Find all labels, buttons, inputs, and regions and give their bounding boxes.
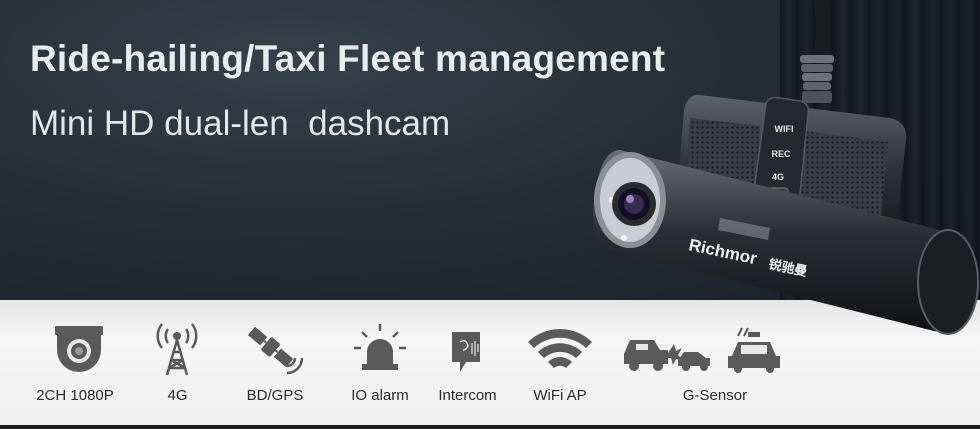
feature-label: WiFi AP	[533, 387, 587, 404]
antenna-tower-icon	[156, 323, 198, 376]
page-subtitle: Mini HD dual-len dashcam	[30, 104, 451, 143]
feature-2ch-1080p: 2CH 1080P	[30, 300, 120, 425]
feature-label: Intercom	[438, 387, 497, 404]
wifi-icon	[528, 329, 592, 368]
feature-4g: 4G	[140, 300, 215, 425]
intercom-icon	[452, 332, 480, 372]
feature-io-alarm: IO alarm	[340, 300, 420, 425]
feature-intercom: Intercom	[430, 300, 505, 425]
feature-label: IO alarm	[351, 387, 409, 404]
cable-strain-relief	[800, 55, 834, 103]
feature-wifi-ap: WiFi AP	[520, 300, 600, 425]
feature-label: BD/GPS	[246, 387, 304, 404]
4g-button-label: 4G	[772, 172, 784, 182]
alarm-beacon-icon	[354, 324, 406, 370]
rec-button-label: REC	[771, 149, 791, 159]
wifi-button-label: WIFI	[775, 124, 794, 134]
bottom-divider	[0, 425, 980, 429]
camera-lens	[612, 182, 656, 226]
feature-label: G-Sensor	[682, 387, 748, 404]
feature-label: 4G	[167, 387, 188, 404]
feature-label: 2CH 1080P	[36, 387, 114, 404]
page-title: Ride-hailing/Taxi Fleet management	[30, 38, 666, 79]
feature-bd-gps: BD/GPS	[235, 300, 315, 425]
ir-led	[621, 235, 627, 241]
dashcam-product-image: WIFI REC 4G OK Richmor 锐驰曼	[592, 0, 979, 335]
camera-dome-icon	[55, 326, 103, 372]
satellite-icon	[247, 326, 304, 375]
